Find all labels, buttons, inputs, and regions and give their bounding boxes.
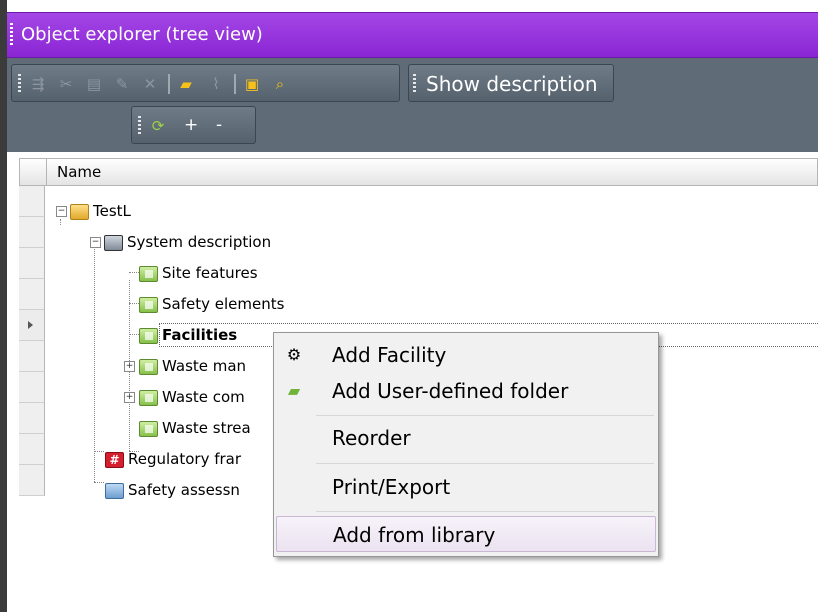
tree-line	[94, 249, 95, 482]
menu-item-label: Print/Export	[332, 475, 451, 499]
menu-item-add-facility[interactable]: ⚙ Add Facility	[276, 337, 656, 373]
row-selector[interactable]	[19, 341, 45, 372]
rename-icon[interactable]: ✎	[112, 74, 132, 94]
grip-icon	[413, 74, 416, 94]
menu-separator	[316, 415, 654, 416]
grid-corner	[20, 159, 47, 185]
row-selector[interactable]	[19, 279, 45, 310]
menu-item-reorder[interactable]: Reorder	[276, 420, 656, 456]
paste-icon[interactable]: ▤	[84, 74, 104, 94]
tree-node-label: Facilities	[162, 326, 238, 344]
row-selector[interactable]	[19, 434, 45, 465]
tree-line	[94, 451, 104, 452]
row-selector[interactable]	[19, 217, 45, 248]
toolbar-area: ⇶ ✂ ▤ ✎ ✕ ▰ ⌇ ▣ ⌕ Show description ⟳ + -	[7, 58, 818, 152]
tree-node-label: Waste man	[162, 357, 247, 375]
toolbar-separator	[168, 74, 170, 94]
move-icon[interactable]: ⇶	[28, 74, 48, 94]
grid-header: Name	[19, 158, 818, 186]
row-selector[interactable]	[19, 465, 45, 496]
tree-node-label: System description	[127, 233, 272, 251]
tree-line	[94, 482, 104, 483]
green-folder-icon	[139, 297, 158, 313]
menu-item-label: Add Facility	[332, 343, 447, 367]
grip-icon[interactable]	[10, 23, 13, 45]
current-row-arrow-icon	[28, 321, 33, 329]
row-selector[interactable]	[19, 186, 45, 217]
menu-separator	[316, 463, 654, 464]
collapse-all-button[interactable]: -	[216, 115, 222, 135]
tree-node-label: Regulatory frar	[128, 450, 242, 468]
grip-icon[interactable]	[18, 74, 21, 94]
panel-title: Object explorer (tree view)	[21, 24, 263, 45]
refresh-icon[interactable]: ⟳	[148, 116, 168, 136]
expand-toggle-icon[interactable]: +	[124, 392, 135, 403]
show-description-button[interactable]: Show description	[408, 64, 614, 102]
tree-node-label: Waste strea	[162, 419, 251, 437]
green-folder-icon	[139, 328, 158, 344]
grip-icon[interactable]	[138, 116, 141, 136]
search-icon[interactable]: ⌕	[270, 74, 290, 94]
show-description-label: Show description	[426, 72, 598, 96]
collapse-toggle-icon[interactable]: −	[90, 237, 101, 248]
tree-node-label: Waste com	[162, 388, 245, 406]
row-selector[interactable]	[19, 248, 45, 279]
column-header-name[interactable]: Name	[57, 163, 101, 181]
facility-icon: ⚙	[286, 345, 302, 364]
menu-item-add-user-defined-folder[interactable]: ▰ Add User-defined folder	[276, 373, 656, 409]
properties-icon[interactable]: ▣	[242, 74, 262, 94]
tree-line	[129, 303, 139, 304]
edit-toolbar: ⇶ ✂ ▤ ✎ ✕ ▰ ⌇ ▣ ⌕	[11, 64, 400, 102]
cut-icon[interactable]: ✂	[56, 74, 76, 94]
tree-node-testl[interactable]: − TestL	[56, 202, 256, 224]
house-icon	[104, 235, 123, 251]
tree-node-site-features[interactable]: Site features	[139, 264, 339, 286]
tree-node-system-description[interactable]: − System description	[90, 233, 350, 255]
toolbar-separator	[234, 74, 236, 94]
menu-item-print-export[interactable]: Print/Export	[276, 469, 656, 505]
row-selector[interactable]	[19, 372, 45, 403]
green-folder-icon	[139, 359, 158, 375]
tree-line	[129, 272, 139, 273]
menu-item-add-from-library[interactable]: Add from library	[276, 516, 656, 552]
tree-node-label: Safety assessn	[128, 481, 240, 499]
blue-folder-icon	[105, 483, 124, 499]
expand-toggle-icon[interactable]: +	[124, 361, 135, 372]
tree-node-label: Site features	[162, 264, 258, 282]
attach-icon[interactable]: ⌇	[206, 74, 226, 94]
tree-toolbar: ⟳ + -	[131, 106, 256, 144]
tree-node-label: TestL	[93, 202, 131, 220]
tree-node-label: Safety elements	[162, 295, 285, 313]
menu-item-label: Add User-defined folder	[332, 379, 569, 403]
menu-item-label: Reorder	[332, 426, 411, 450]
menu-separator	[316, 511, 654, 512]
green-folder-icon: ▰	[287, 381, 301, 400]
title-bar[interactable]: Object explorer (tree view)	[7, 12, 818, 58]
row-selector[interactable]	[19, 403, 45, 434]
collapse-toggle-icon[interactable]: −	[56, 206, 67, 217]
expand-all-button[interactable]: +	[184, 115, 198, 135]
row-selector-current[interactable]	[19, 310, 45, 341]
new-folder-icon[interactable]: ▰	[176, 74, 196, 94]
context-menu: ⚙ Add Facility ▰ Add User-defined folder…	[273, 332, 659, 557]
folder-icon	[70, 204, 89, 220]
green-folder-icon	[139, 390, 158, 406]
hash-icon: #	[105, 452, 124, 468]
tree-node-safety-elements[interactable]: Safety elements	[139, 295, 359, 317]
menu-item-label: Add from library	[333, 523, 496, 547]
top-strip	[0, 0, 818, 12]
green-folder-icon	[139, 266, 158, 282]
green-folder-icon	[139, 421, 158, 437]
tree-line	[129, 334, 139, 335]
delete-icon[interactable]: ✕	[140, 74, 160, 94]
window-left-edge	[0, 0, 7, 612]
